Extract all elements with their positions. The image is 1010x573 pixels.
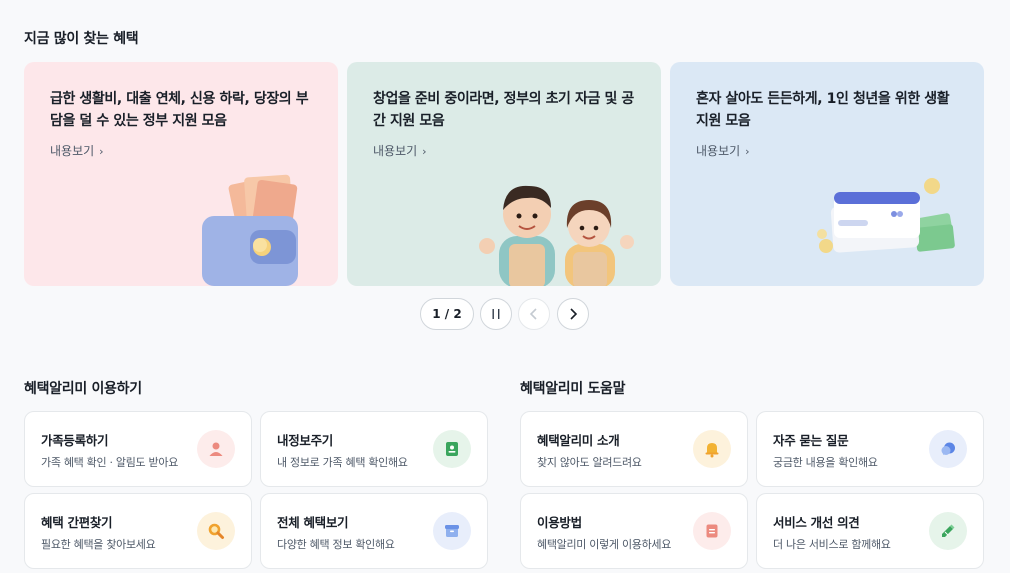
tile-desc: 다양한 혜택 정보 확인해요 [277, 538, 395, 551]
popular-card-startup[interactable]: 창업을 준비 중이라면, 정부의 초기 자금 및 공간 지원 모음 내용보기 › [347, 62, 661, 286]
tile-title: 혜택알리미 소개 [537, 433, 620, 448]
tile-quick-search[interactable]: 혜택 간편찾기 필요한 혜택을 찾아보세요 [24, 493, 252, 569]
carousel-page-indicator: 1 / 2 [420, 298, 474, 330]
card-more-link[interactable]: 내용보기 › [50, 142, 104, 159]
chevron-right-icon: › [99, 145, 104, 158]
entrepreneurs-illustration-icon [479, 185, 634, 286]
card-title: 급한 생활비, 대출 연체, 신용 하락, 당장의 부담을 덜 수 있는 정부 … [50, 91, 309, 129]
carousel-next-button[interactable] [557, 298, 589, 330]
popular-carousel: 급한 생활비, 대출 연체, 신용 하락, 당장의 부담을 덜 수 있는 정부 … [24, 62, 984, 286]
carousel-pause-button[interactable] [480, 298, 512, 330]
tile-faq[interactable]: 자주 묻는 질문 궁금한 내용을 확인해요 [756, 411, 984, 487]
tile-title: 이용방법 [537, 515, 582, 530]
person-icon [197, 430, 235, 468]
card-title: 혼자 살아도 든든하게, 1인 청년을 위한 생활지원 모음 [696, 91, 950, 129]
tile-desc: 가족 혜택 확인 · 알림도 받아요 [41, 456, 179, 469]
card-title: 창업을 준비 중이라면, 정부의 초기 자금 및 공간 지원 모음 [373, 91, 634, 129]
chat-bubble-icon [929, 430, 967, 468]
chevron-left-icon [529, 308, 537, 320]
card-more-link[interactable]: 내용보기 › [373, 142, 427, 159]
tile-desc: 내 정보로 가족 혜택 확인해요 [277, 456, 408, 469]
chevron-right-icon: › [745, 145, 750, 158]
note-icon [693, 512, 731, 550]
magnifier-icon [197, 512, 235, 550]
tile-my-info[interactable]: 내정보주기 내 정보로 가족 혜택 확인해요 [260, 411, 488, 487]
pause-icon [492, 309, 500, 319]
usage-section-title: 혜택알리미 이용하기 [24, 381, 142, 397]
pencil-icon [929, 512, 967, 550]
tile-desc: 찾지 않아도 알려드려요 [537, 456, 642, 469]
document-icon [433, 430, 471, 468]
popular-section-title: 지금 많이 찾는 혜택 [24, 31, 139, 47]
card-more-label: 내용보기 [373, 144, 418, 158]
tile-title: 가족등록하기 [41, 433, 109, 448]
card-more-label: 내용보기 [696, 144, 741, 158]
tile-title: 서비스 개선 의견 [773, 515, 860, 530]
tile-title: 전체 혜택보기 [277, 515, 349, 530]
tile-how-to-use[interactable]: 이용방법 혜택알리미 이렇게 이용하세요 [520, 493, 748, 569]
card-more-link[interactable]: 내용보기 › [696, 142, 750, 159]
chevron-right-icon: › [422, 145, 427, 158]
wallet-icon [202, 174, 298, 286]
tile-desc: 필요한 혜택을 찾아보세요 [41, 538, 156, 551]
help-section-title: 혜택알리미 도움말 [520, 381, 626, 397]
box-icon [433, 512, 471, 550]
tile-title: 혜택 간편찾기 [41, 515, 113, 530]
tile-all-benefits[interactable]: 전체 혜택보기 다양한 혜택 정보 확인해요 [260, 493, 488, 569]
chevron-right-icon [570, 308, 578, 320]
bell-icon [693, 430, 731, 468]
tile-family-register[interactable]: 가족등록하기 가족 혜택 확인 · 알림도 받아요 [24, 411, 252, 487]
tile-feedback[interactable]: 서비스 개선 의견 더 나은 서비스로 함께해요 [756, 493, 984, 569]
tile-desc: 더 나은 서비스로 함께해요 [773, 538, 891, 551]
tile-desc: 혜택알리미 이렇게 이용하세요 [537, 538, 672, 551]
tile-desc: 궁금한 내용을 확인해요 [773, 456, 878, 469]
card-and-money-icon [817, 178, 955, 253]
tile-title: 자주 묻는 질문 [773, 433, 849, 448]
card-more-label: 내용보기 [50, 144, 95, 158]
tile-title: 내정보주기 [277, 433, 334, 448]
popular-card-single-youth[interactable]: 혼자 살아도 든든하게, 1인 청년을 위한 생활지원 모음 내용보기 › [670, 62, 984, 286]
tile-intro[interactable]: 혜택알리미 소개 찾지 않아도 알려드려요 [520, 411, 748, 487]
carousel-prev-button[interactable] [518, 298, 550, 330]
popular-card-living-cost[interactable]: 급한 생활비, 대출 연체, 신용 하락, 당장의 부담을 덜 수 있는 정부 … [24, 62, 338, 286]
